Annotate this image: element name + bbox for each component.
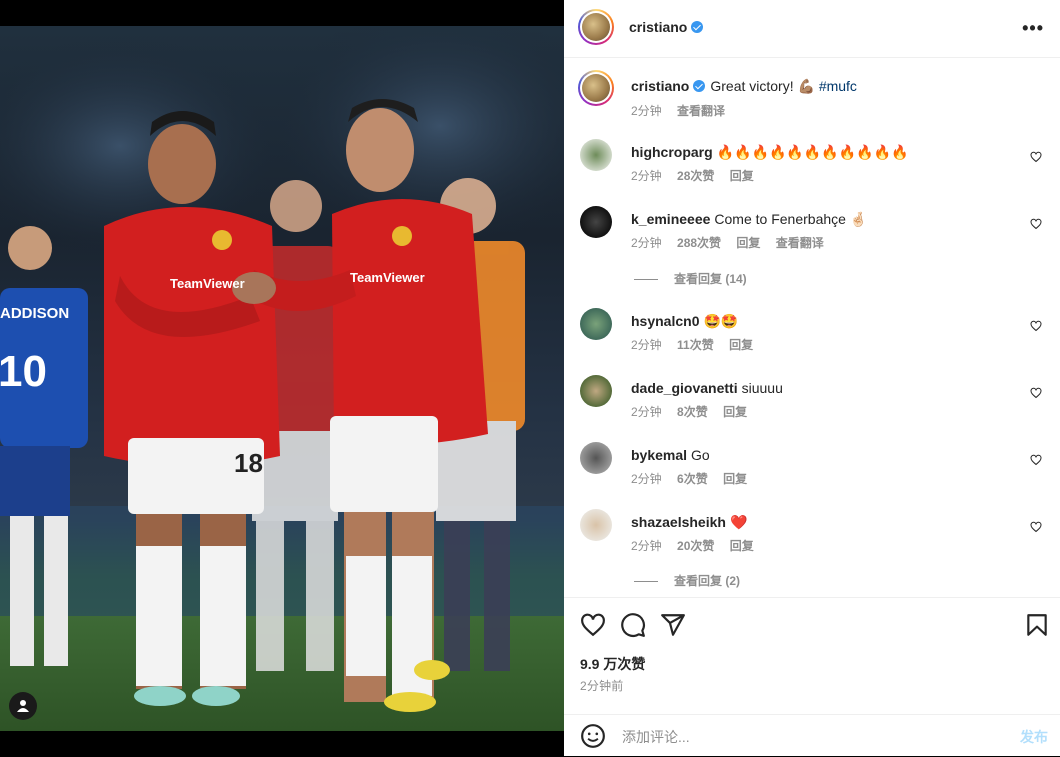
comment-avatar[interactable] (580, 139, 612, 171)
heart-icon[interactable] (580, 612, 606, 638)
comment-heart-icon[interactable] (1030, 320, 1042, 332)
jersey-name-text: ADDISON (0, 305, 69, 322)
jersey-number-text: 10 (0, 347, 47, 396)
comment-reply-button[interactable]: 回复 (723, 472, 747, 486)
caption-hashtag[interactable]: #mufc (819, 78, 857, 94)
comment-reply-button[interactable]: 回复 (730, 539, 754, 553)
comment-text: siuuuu (741, 380, 783, 396)
verified-badge-icon (693, 80, 706, 92)
comment-heart-icon[interactable] (1030, 387, 1042, 399)
comment-heart-icon[interactable] (1030, 454, 1042, 466)
comment-reply-button[interactable]: 回复 (736, 236, 760, 250)
user-tag-icon[interactable] (9, 692, 37, 720)
comment-icon[interactable] (620, 612, 646, 638)
post-header: cristiano ••• (564, 0, 1060, 58)
comment-username[interactable]: shazaelsheikh (631, 514, 726, 530)
shorts-number-text: 18 (234, 448, 263, 478)
comment-time: 2分钟 (631, 405, 662, 419)
comment-likes[interactable]: 288次赞 (677, 236, 721, 250)
caption-translate-link[interactable]: 查看翻译 (677, 104, 725, 118)
comment-heart-icon[interactable] (1030, 151, 1042, 163)
comment-avatar[interactable] (580, 509, 612, 541)
post-panel: cristiano ••• cristiano Great victory! 💪🏽… (564, 0, 1060, 756)
comment-time: 2分钟 (631, 338, 662, 352)
comment-time: 2分钟 (631, 169, 662, 183)
post-timestamp: 2分钟前 (580, 679, 624, 693)
comment-likes[interactable]: 11次赞 (677, 338, 714, 352)
comment-reply-button[interactable]: 回复 (729, 338, 753, 352)
verified-badge-icon (691, 21, 704, 33)
like-count[interactable]: 9.9 万次赞 (580, 654, 645, 674)
comment-likes[interactable]: 8次赞 (677, 405, 708, 419)
comment-avatar[interactable] (580, 442, 612, 474)
comment-time: 2分钟 (631, 472, 662, 486)
comment-avatar[interactable] (580, 206, 612, 238)
view-replies-label: 查看回复 (14) (674, 272, 747, 286)
sponsor-text-left: TeamViewer (170, 276, 245, 291)
comment-avatar[interactable] (580, 375, 612, 407)
comment-text: 🤩🤩 (703, 313, 739, 329)
caption-username[interactable]: cristiano (631, 78, 689, 94)
comment-avatar[interactable] (580, 308, 612, 340)
bookmark-icon[interactable] (1024, 612, 1050, 638)
view-replies-button[interactable]: 查看回复 (2) (634, 572, 740, 589)
comment-input[interactable] (620, 725, 984, 749)
comments-list[interactable]: cristiano Great victory! 💪🏽 #mufc 2分钟 查看翻… (564, 58, 1060, 596)
comment-composer: 发布 (564, 714, 1060, 757)
comment-translate-link[interactable]: 查看翻译 (776, 236, 824, 250)
caption-text: Great victory! 💪🏽 (710, 78, 815, 94)
comment-likes[interactable]: 28次赞 (677, 169, 714, 183)
comment-time: 2分钟 (631, 539, 662, 553)
post-actions: 9.9 万次赞 2分钟前 (564, 597, 1060, 716)
comment-username[interactable]: k_emineeee (631, 211, 710, 227)
comment-text: 🔥🔥🔥🔥🔥🔥🔥🔥🔥🔥🔥 (716, 144, 909, 160)
comment-username[interactable]: dade_giovanetti (631, 380, 738, 396)
comment-text: Go (691, 447, 710, 463)
view-replies-label: 查看回复 (2) (674, 574, 741, 588)
caption-time: 2分钟 (631, 104, 662, 118)
view-replies-button[interactable]: 查看回复 (14) (634, 270, 747, 287)
author-avatar[interactable] (578, 9, 614, 45)
author-username[interactable]: cristiano (629, 19, 687, 35)
comment-time: 2分钟 (631, 236, 662, 250)
comment-heart-icon[interactable] (1030, 521, 1042, 533)
comment-likes[interactable]: 20次赞 (677, 539, 714, 553)
post-comment-button[interactable]: 发布 (1020, 727, 1048, 747)
post-photo: ADDISON 10 18 TeamViewer TeamViewer (0, 26, 564, 731)
comment-likes[interactable]: 6次赞 (677, 472, 708, 486)
comment-text: Come to Fenerbahçe 🤞🏻 (714, 211, 868, 227)
comment-username[interactable]: bykemal (631, 447, 687, 463)
comment-heart-icon[interactable] (1030, 218, 1042, 230)
emoji-icon[interactable] (580, 723, 606, 749)
caption-avatar[interactable] (578, 70, 614, 106)
more-options-icon[interactable]: ••• (1022, 18, 1044, 39)
comment-reply-button[interactable]: 回复 (723, 405, 747, 419)
comment-username[interactable]: highcroparg (631, 144, 713, 160)
share-icon[interactable] (660, 612, 686, 638)
post-media[interactable]: ADDISON 10 18 TeamViewer TeamViewer (0, 0, 564, 756)
comment-text: ❤️ (729, 514, 748, 530)
sponsor-text-right: TeamViewer (350, 270, 425, 285)
comment-username[interactable]: hsynalcn0 (631, 313, 699, 329)
comment-reply-button[interactable]: 回复 (730, 169, 754, 183)
